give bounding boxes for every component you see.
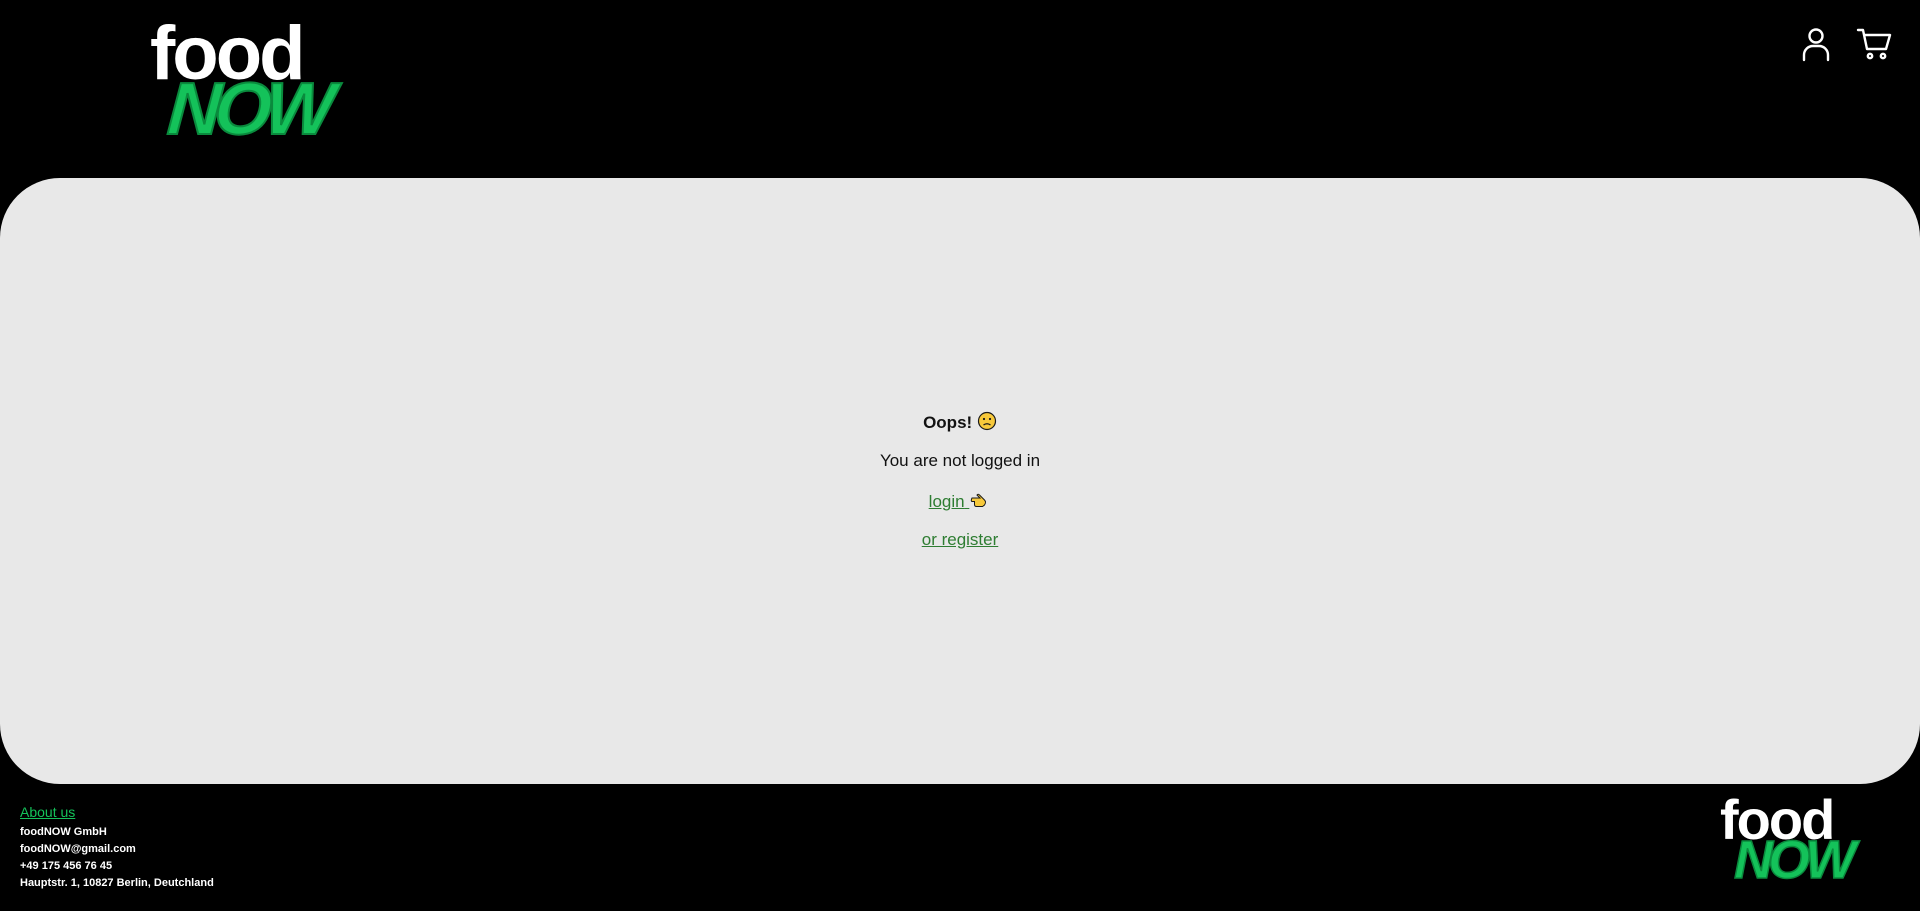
oops-text: Oops!: [923, 412, 973, 432]
footer-logo-now-text: NOW: [1733, 830, 1856, 890]
login-link[interactable]: login: [929, 492, 992, 511]
footer-logo: food NOW: [1720, 792, 1870, 890]
pointing-hand-icon: [969, 492, 991, 513]
cart-icon: [1856, 28, 1892, 60]
cart-button[interactable]: [1856, 26, 1892, 62]
main-panel: Oops! You are not logged in login or reg…: [0, 178, 1920, 784]
oops-heading: Oops!: [0, 411, 1920, 436]
company-name: foodNOW GmbH: [20, 826, 107, 838]
login-row: login: [0, 492, 1920, 513]
site-footer: About us foodNOW GmbH foodNOW@gmail.com …: [0, 784, 1920, 911]
account-button[interactable]: [1798, 26, 1834, 62]
company-phone: +49 175 456 76 45: [20, 860, 113, 872]
logo-now-text: NOW: [164, 66, 332, 151]
login-label: login: [928, 492, 965, 511]
register-row: or register: [0, 530, 1920, 550]
not-logged-in-message: You are not logged in: [879, 451, 1041, 470]
sad-face-icon: [977, 411, 997, 436]
register-link[interactable]: or register: [922, 530, 999, 549]
company-address: Hauptstr. 1, 10827 Berlin, Deutchland: [20, 877, 214, 889]
logo[interactable]: food NOW: [150, 16, 350, 152]
company-email: foodNOW@gmail.com: [20, 843, 136, 855]
about-us-link[interactable]: About us: [20, 804, 75, 820]
user-icon: [1802, 28, 1830, 62]
site-header: food NOW: [0, 0, 1920, 178]
